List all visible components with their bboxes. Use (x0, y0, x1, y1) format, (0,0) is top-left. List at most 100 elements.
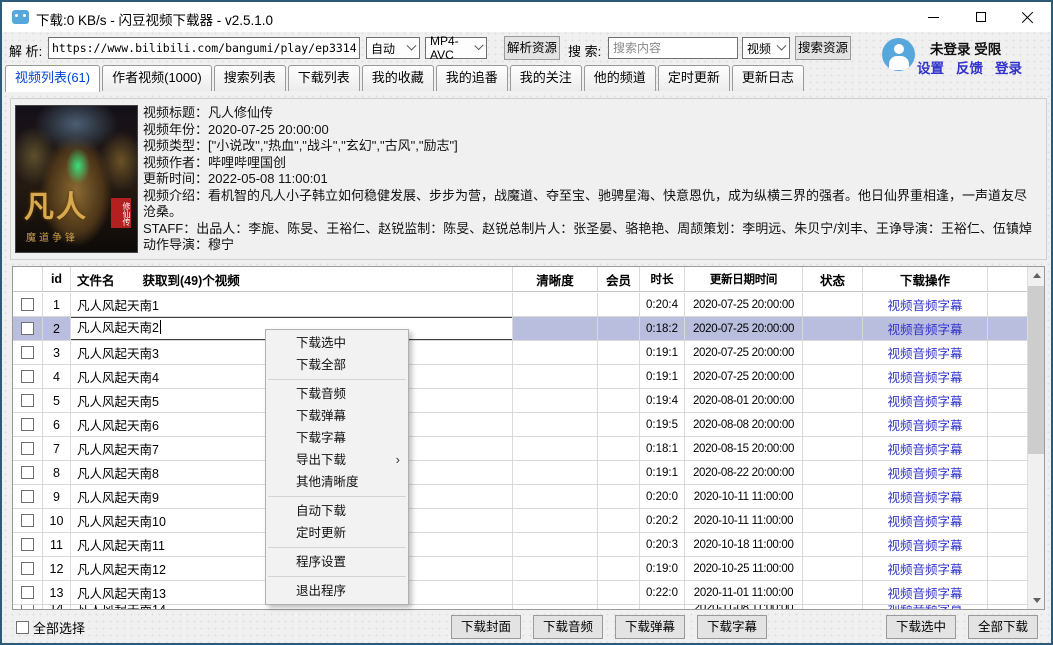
subtitle-link[interactable]: 字幕 (938, 535, 963, 554)
audio-link[interactable]: 音频 (912, 511, 937, 530)
tab-7[interactable]: 我的关注 (510, 65, 582, 91)
checkbox[interactable] (21, 514, 34, 527)
checkbox[interactable] (21, 394, 34, 407)
table-row[interactable]: 1凡人风起天南10:20:42020-07-25 20:00:00视频音频字幕 (13, 293, 1027, 317)
search-resource-button[interactable]: 搜索资源 (795, 36, 851, 60)
video-link[interactable]: 视频 (887, 319, 912, 338)
subtitle-link[interactable]: 字幕 (938, 583, 963, 602)
select-all-checkbox[interactable]: 全部选择 (16, 618, 85, 637)
checkbox[interactable] (21, 538, 34, 551)
settings-link[interactable]: 设置 (917, 57, 944, 77)
download-cover-button[interactable]: 下载封面 (451, 615, 521, 639)
context-menu-item[interactable]: 程序设置 (266, 551, 408, 573)
tab-5[interactable]: 我的收藏 (362, 65, 434, 91)
video-link[interactable]: 视频 (887, 295, 912, 314)
table-row[interactable]: 6凡人风起天南60:19:52020-08-08 20:00:00视频音频字幕 (13, 413, 1027, 437)
audio-link[interactable]: 音频 (912, 343, 937, 362)
table-scrollbar[interactable] (1027, 267, 1044, 609)
video-link[interactable]: 视频 (887, 415, 912, 434)
context-menu-item[interactable]: 下载全部 (266, 354, 408, 376)
checkbox[interactable] (21, 562, 34, 575)
table-row[interactable]: 11凡人风起天南110:20:32020-10-18 11:00:00视频音频字… (13, 533, 1027, 557)
context-menu-item[interactable]: 下载选中 (266, 332, 408, 354)
download-audio-button[interactable]: 下载音频 (533, 615, 603, 639)
url-input[interactable] (48, 37, 360, 59)
maximize-button[interactable] (957, 2, 1004, 32)
checkbox[interactable] (21, 490, 34, 503)
audio-link[interactable]: 音频 (912, 487, 937, 506)
context-menu-item[interactable]: 下载音频 (266, 383, 408, 405)
audio-link[interactable]: 音频 (912, 319, 937, 338)
subtitle-link[interactable]: 字幕 (938, 439, 963, 458)
subtitle-link[interactable]: 字幕 (938, 463, 963, 482)
video-link[interactable]: 视频 (887, 439, 912, 458)
table-row[interactable]: 7凡人风起天南70:18:12020-08-15 20:00:00视频音频字幕 (13, 437, 1027, 461)
video-link[interactable]: 视频 (887, 583, 912, 602)
context-menu-item[interactable]: 导出下载› (266, 449, 408, 471)
context-menu-item[interactable]: 其他清晰度 (266, 471, 408, 493)
parse-resource-button[interactable]: 解析资源 (504, 36, 560, 60)
subtitle-link[interactable]: 字幕 (938, 415, 963, 434)
avatar[interactable] (882, 38, 915, 71)
audio-link[interactable]: 音频 (912, 415, 937, 434)
checkbox[interactable] (21, 346, 34, 359)
subtitle-link[interactable]: 字幕 (938, 391, 963, 410)
audio-link[interactable]: 音频 (912, 295, 937, 314)
checkbox[interactable] (21, 418, 34, 431)
download-danmaku-button[interactable]: 下载弹幕 (615, 615, 685, 639)
video-link[interactable]: 视频 (887, 463, 912, 482)
video-link[interactable]: 视频 (887, 535, 912, 554)
scroll-up-button[interactable] (1028, 267, 1045, 284)
checkbox[interactable] (21, 298, 34, 311)
video-link[interactable]: 视频 (887, 343, 912, 362)
audio-link[interactable]: 音频 (912, 439, 937, 458)
tab-4[interactable]: 下载列表 (288, 65, 360, 91)
video-link[interactable]: 视频 (887, 511, 912, 530)
login-link[interactable]: 登录 (995, 57, 1022, 77)
table-row[interactable]: 2凡人风起天南20:18:22020-07-25 20:00:00视频音频字幕 (13, 317, 1027, 341)
search-input[interactable] (608, 37, 738, 59)
download-selected-button[interactable]: 下载选中 (886, 615, 956, 639)
tab-10[interactable]: 更新日志 (732, 65, 804, 91)
checkbox[interactable] (21, 322, 34, 335)
tab-8[interactable]: 他的频道 (584, 65, 656, 91)
context-menu-item[interactable]: 下载字幕 (266, 427, 408, 449)
tab-9[interactable]: 定时更新 (658, 65, 730, 91)
search-type-select[interactable]: 视频 (742, 37, 790, 59)
checkbox[interactable] (21, 466, 34, 479)
table-row[interactable]: 13凡人风起天南130:22:02020-11-01 11:00:00视频音频字… (13, 581, 1027, 605)
tab-1[interactable]: 视频列表(61) (5, 65, 100, 92)
context-menu-item[interactable]: 退出程序 (266, 580, 408, 602)
subtitle-link[interactable]: 字幕 (938, 367, 963, 386)
video-link[interactable]: 视频 (887, 487, 912, 506)
table-row[interactable]: 5凡人风起天南50:19:42020-08-01 20:00:00视频音频字幕 (13, 389, 1027, 413)
video-link[interactable]: 视频 (887, 559, 912, 578)
context-menu-item[interactable]: 自动下载 (266, 500, 408, 522)
subtitle-link[interactable]: 字幕 (938, 559, 963, 578)
audio-link[interactable]: 音频 (912, 559, 937, 578)
table-row[interactable]: 8凡人风起天南80:19:12020-08-22 20:00:00视频音频字幕 (13, 461, 1027, 485)
tab-3[interactable]: 搜索列表 (214, 65, 286, 91)
download-all-button[interactable]: 全部下载 (968, 615, 1038, 639)
subtitle-link[interactable]: 字幕 (938, 511, 963, 530)
subtitle-link[interactable]: 字幕 (938, 319, 963, 338)
scrollbar-thumb[interactable] (1028, 286, 1045, 454)
context-menu-item[interactable]: 定时更新 (266, 522, 408, 544)
tab-6[interactable]: 我的追番 (436, 65, 508, 91)
checkbox[interactable] (21, 370, 34, 383)
audio-link[interactable]: 音频 (912, 391, 937, 410)
audio-link[interactable]: 音频 (912, 367, 937, 386)
minimize-button[interactable] (910, 2, 957, 32)
audio-link[interactable]: 音频 (912, 463, 937, 482)
download-subtitle-button[interactable]: 下载字幕 (697, 615, 767, 639)
checkbox[interactable] (21, 442, 34, 455)
checkbox[interactable] (21, 586, 34, 599)
feedback-link[interactable]: 反馈 (956, 57, 983, 77)
table-row[interactable]: 10凡人风起天南100:20:22020-10-11 11:00:00视频音频字… (13, 509, 1027, 533)
audio-link[interactable]: 音频 (912, 535, 937, 554)
audio-link[interactable]: 音频 (912, 583, 937, 602)
format-select[interactable]: MP4-AVC (425, 37, 487, 59)
table-row[interactable]: 3凡人风起天南30:19:12020-07-25 20:00:00视频音频字幕 (13, 341, 1027, 365)
table-row[interactable]: 4凡人风起天南40:19:12020-07-25 20:00:00视频音频字幕 (13, 365, 1027, 389)
video-link[interactable]: 视频 (887, 367, 912, 386)
